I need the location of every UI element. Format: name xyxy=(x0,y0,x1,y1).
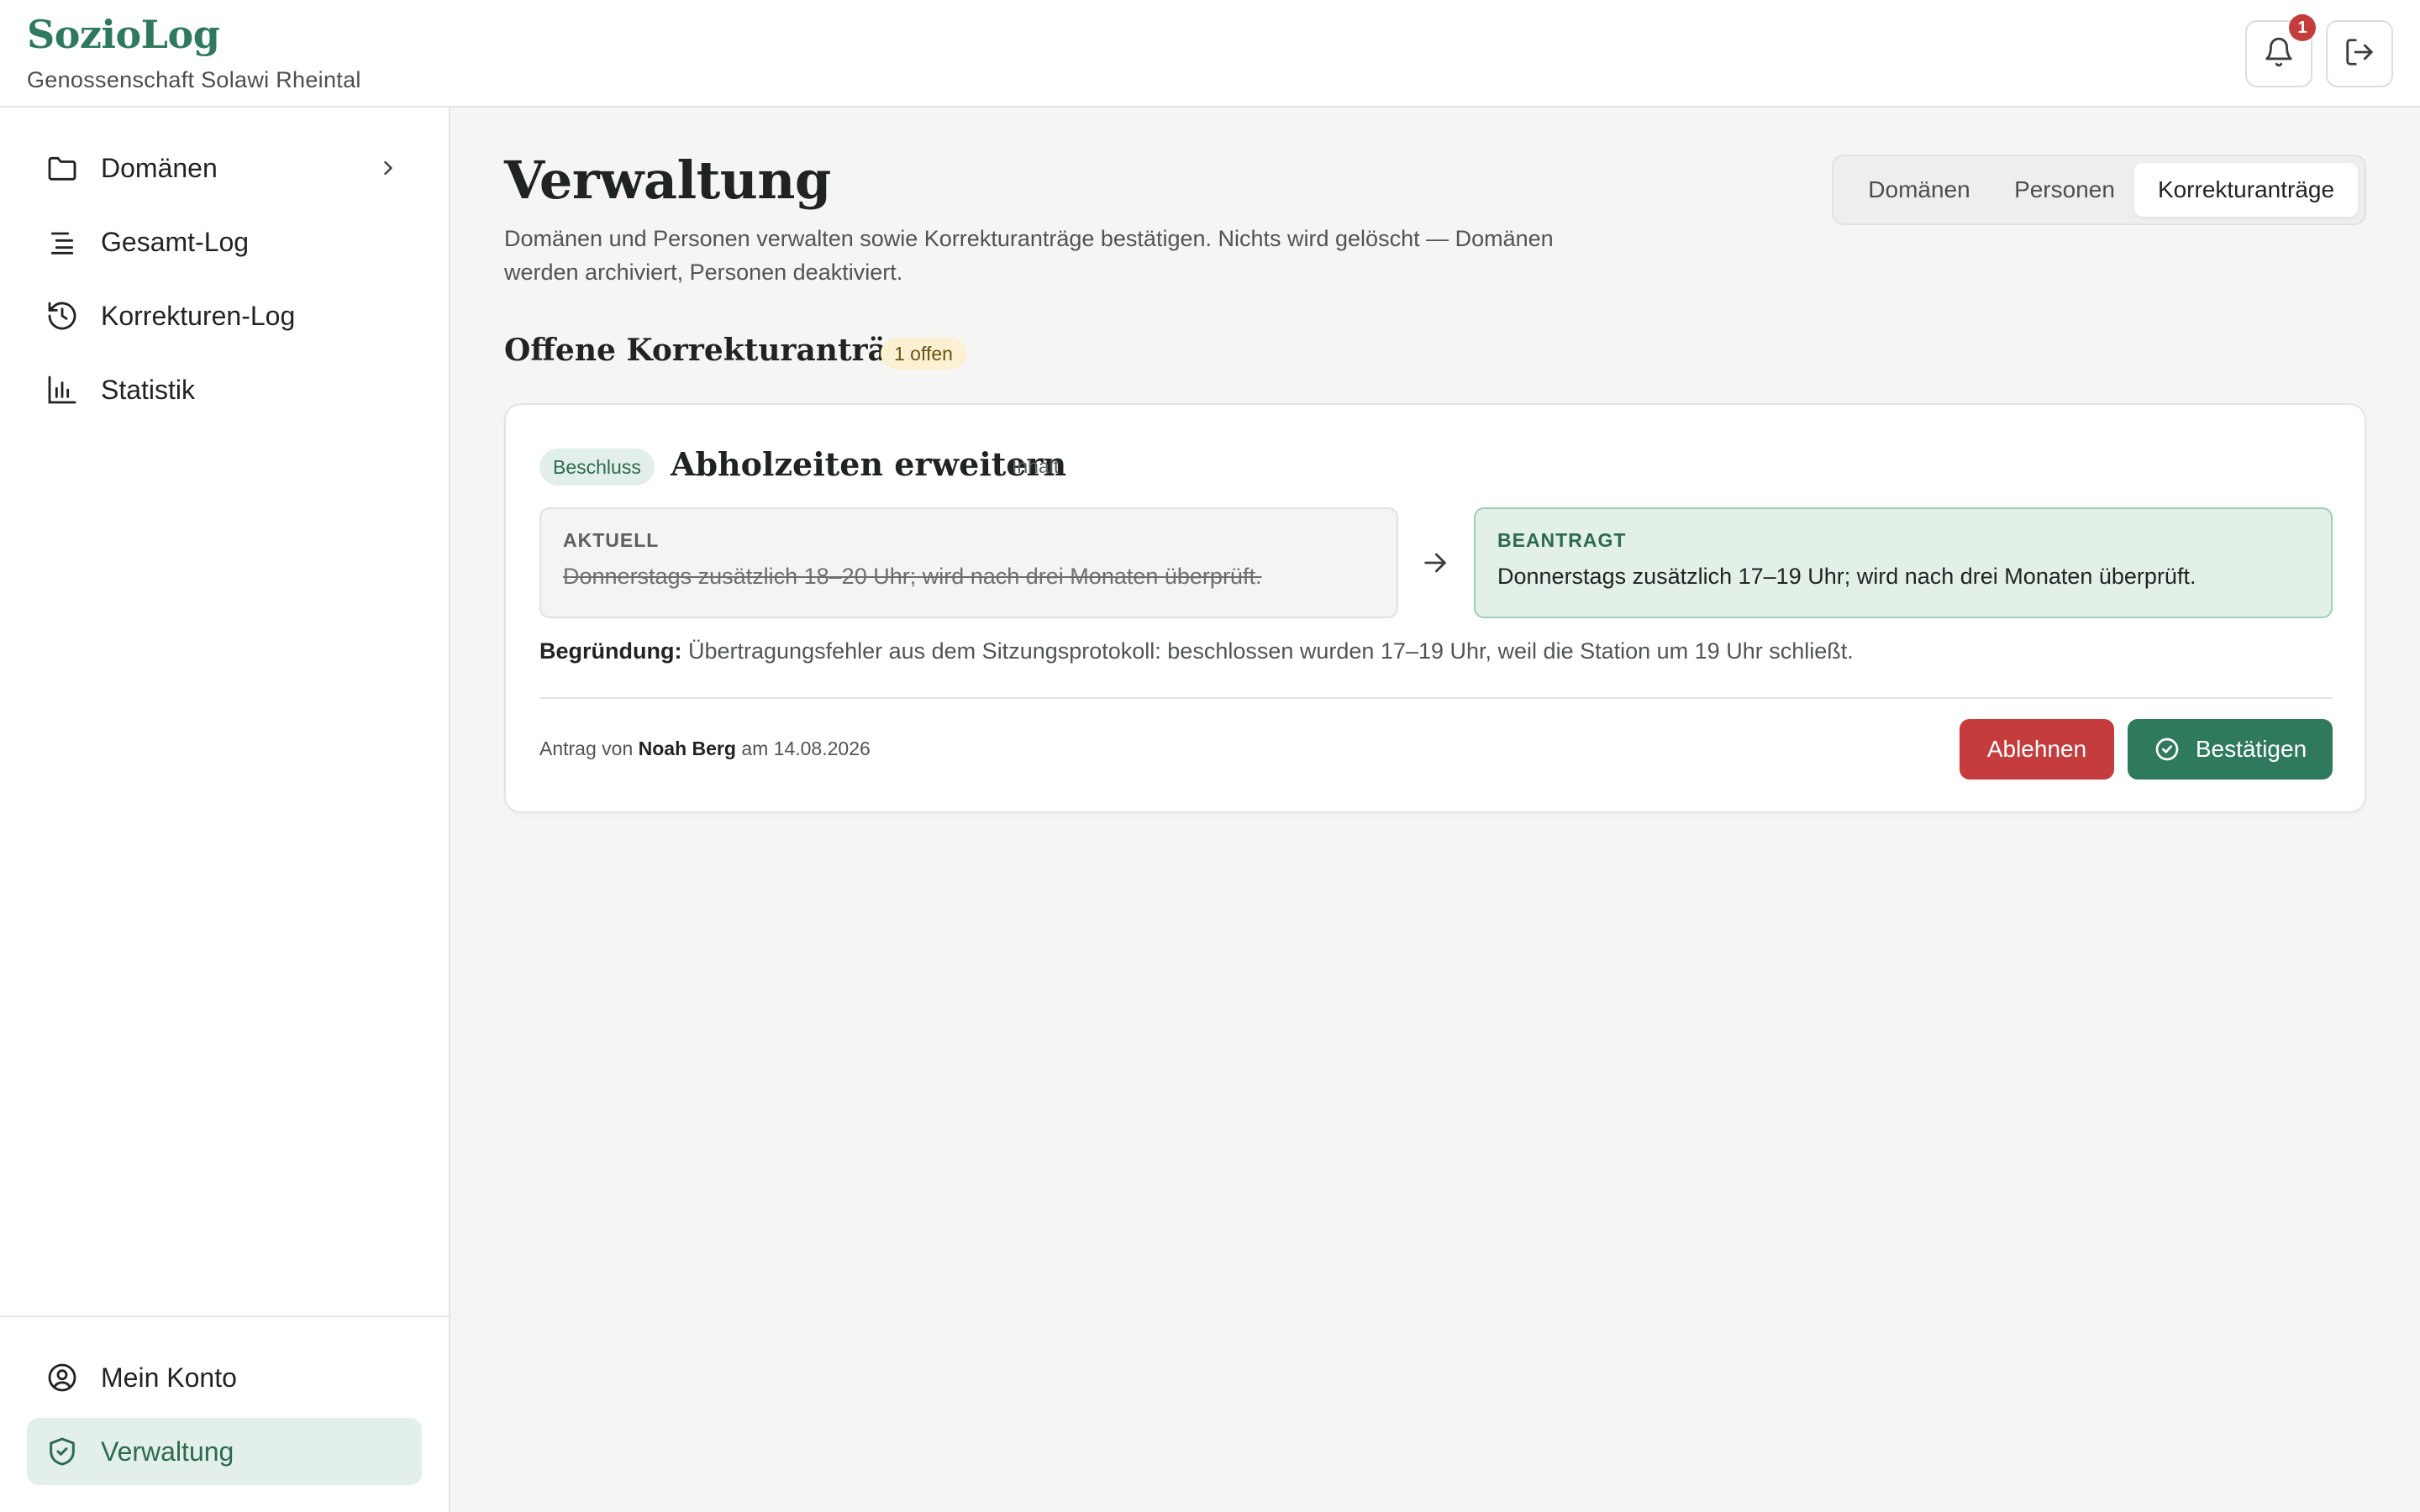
sidebar-item-label: Domänen xyxy=(101,152,218,183)
bell-icon xyxy=(2263,36,2295,72)
sidebar-item-mein-konto[interactable]: Mein Konto xyxy=(27,1344,422,1411)
confirm-button[interactable]: Bestätigen xyxy=(2128,719,2333,780)
tab-personen[interactable]: Personen xyxy=(1993,163,2136,217)
proposed-value-box: BEANTRAGT Donnerstags zusätzlich 17–19 U… xyxy=(1474,507,2333,618)
reason: Begründung: Übertragungsfehler aus dem S… xyxy=(539,638,1854,664)
sidebar-item-gesamt-log[interactable]: Gesamt-Log xyxy=(27,208,422,276)
sidebar-item-statistik[interactable]: Statistik xyxy=(27,356,422,423)
history-icon xyxy=(44,297,81,334)
sidebar: Domänen Gesamt-Log Korrekturen-Log Stati… xyxy=(0,108,450,1512)
proposed-caption: BEANTRAGT xyxy=(1497,529,1627,551)
shield-check-icon xyxy=(44,1433,81,1470)
notification-count-badge: 1 xyxy=(2289,14,2316,41)
tab-bar: Domänen Personen Korrekturanträge xyxy=(1832,155,2366,225)
sidebar-item-verwaltung[interactable]: Verwaltung xyxy=(27,1418,422,1485)
sidebar-item-label: Verwaltung xyxy=(101,1436,234,1467)
page-description: Domänen und Personen verwalten sowie Kor… xyxy=(504,226,1554,285)
sidebar-item-label: Statistik xyxy=(101,374,196,405)
list-icon xyxy=(44,223,81,260)
logout-button[interactable] xyxy=(2326,20,2393,87)
current-value: Donnerstags zusätzlich 18–20 Uhr; wird n… xyxy=(563,564,1262,589)
meta-prefix: Antrag von xyxy=(539,738,634,759)
chevron-right-icon[interactable] xyxy=(371,151,405,185)
open-count-badge: 1 offen xyxy=(881,338,966,370)
page-title: Verwaltung xyxy=(504,150,831,211)
sidebar-item-label: Korrekturen-Log xyxy=(101,300,296,331)
check-circle-icon xyxy=(2154,735,2182,764)
reject-button[interactable]: Ablehnen xyxy=(1960,719,2114,780)
type-badge: Beschluss xyxy=(539,449,655,486)
app-title[interactable]: SozioLog xyxy=(27,12,220,57)
folder-icon xyxy=(44,150,81,186)
top-bar: SozioLog Genossenschaft Solawi Rheintal … xyxy=(0,0,2420,108)
author-name: Noah Berg xyxy=(638,738,736,759)
correction-request-card: Beschluss Abholzeiten erweitern Inhalt A… xyxy=(504,403,2366,813)
card-divider xyxy=(539,697,2333,699)
sidebar-item-domaenen[interactable]: Domänen xyxy=(27,134,422,202)
request-title: Abholzeiten erweitern xyxy=(671,445,1067,483)
reason-text: Übertragungsfehler aus dem Sitzungsproto… xyxy=(687,638,1854,664)
request-date: 14.08.2026 xyxy=(773,738,871,759)
bar-chart-icon xyxy=(44,371,81,408)
sidebar-item-label: Gesamt-Log xyxy=(101,226,250,257)
section-title: Offene Korrekturanträge xyxy=(504,333,928,368)
sidebar-item-korrekturen-log[interactable]: Korrekturen-Log xyxy=(27,282,422,349)
current-value-box: AKTUELL Donnerstags zusätzlich 18–20 Uhr… xyxy=(539,507,1398,618)
meta-mid: am xyxy=(741,738,769,759)
organization-name: Genossenschaft Solawi Rheintal xyxy=(27,67,361,92)
request-meta: Antrag von Noah Berg am 14.08.2026 xyxy=(539,738,871,760)
proposed-value: Donnerstags zusätzlich 17–19 Uhr; wird n… xyxy=(1497,564,2196,589)
confirm-label: Bestätigen xyxy=(2195,736,2307,762)
field-tag: Inhalt xyxy=(1012,455,1060,477)
tab-domaenen[interactable]: Domänen xyxy=(1845,163,1993,217)
user-circle-icon xyxy=(44,1359,81,1396)
reason-label: Begründung: xyxy=(539,638,682,664)
arrow-right-icon xyxy=(1418,546,1452,580)
tab-korrekturantraege[interactable]: Korrekturanträge xyxy=(2134,163,2358,217)
sidebar-divider xyxy=(0,1315,449,1317)
sidebar-item-label: Mein Konto xyxy=(101,1362,237,1393)
logout-icon xyxy=(2344,36,2375,72)
current-caption: AKTUELL xyxy=(563,529,660,551)
